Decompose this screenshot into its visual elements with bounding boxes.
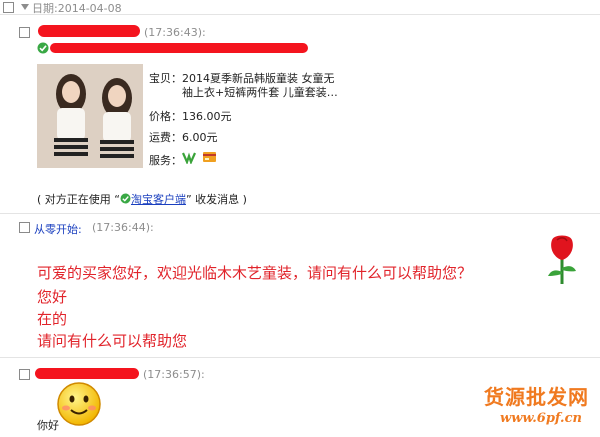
message-checkbox[interactable] bbox=[19, 369, 30, 380]
date-checkbox[interactable] bbox=[3, 2, 14, 13]
smiley-emoticon-icon bbox=[56, 381, 102, 427]
message-line: 请问有什么可以帮助您 bbox=[37, 332, 188, 350]
client-note-prefix: ( 对方正在使用 “ bbox=[37, 193, 120, 206]
message-divider bbox=[0, 213, 600, 214]
redacted-link bbox=[50, 43, 308, 53]
price-label: 价格： bbox=[149, 110, 182, 123]
message-text: 你好 bbox=[37, 419, 59, 432]
product-title-label: 宝贝： bbox=[149, 72, 182, 85]
client-note: ( 对方正在使用 “ 淘宝客户端” 收发消息 ) bbox=[37, 191, 247, 207]
shipping-value: 6.00元 bbox=[182, 131, 218, 144]
card-payment-icon bbox=[203, 152, 216, 162]
watermark-url: www.6pf.cn bbox=[500, 411, 582, 426]
taobao-client-icon bbox=[120, 193, 131, 204]
message-line: 您好 bbox=[37, 288, 68, 306]
message-checkbox[interactable] bbox=[19, 222, 30, 233]
shipping-label: 运费： bbox=[149, 131, 182, 144]
verified-shield-icon bbox=[37, 42, 49, 54]
price-value: 136.00元 bbox=[182, 110, 232, 123]
message-checkbox[interactable] bbox=[19, 27, 30, 38]
message-line: 在的 bbox=[37, 310, 68, 328]
watermark-title: 货源批发网 bbox=[484, 385, 589, 409]
product-card[interactable]: 宝贝： 2014夏季新品韩版童装 女童无 袖上衣+短裤两件套 儿童套装… 价格：… bbox=[33, 60, 338, 172]
message-time: (17:36:44): bbox=[92, 221, 154, 234]
product-title-line2[interactable]: 袖上衣+短裤两件套 儿童套装… bbox=[182, 84, 338, 100]
redacted-sender bbox=[38, 25, 140, 37]
guarantee-icon bbox=[181, 150, 197, 166]
message-divider bbox=[0, 357, 600, 358]
service-label: 服务： bbox=[149, 154, 182, 167]
message-time: (17:36:43): bbox=[144, 26, 206, 39]
date-divider bbox=[0, 14, 600, 15]
product-thumbnail[interactable] bbox=[37, 64, 143, 168]
client-note-suffix: ” 收发消息 ) bbox=[185, 193, 247, 206]
collapse-triangle-icon[interactable] bbox=[21, 4, 29, 10]
rose-emoticon-icon bbox=[544, 234, 580, 286]
taobao-client-link[interactable]: 淘宝客户端 bbox=[131, 193, 186, 206]
sender-name[interactable]: 从零开始: bbox=[34, 221, 82, 237]
message-line: 可爱的买家您好，欢迎光临木木艺童装，请问有什么可以帮助您？ bbox=[37, 264, 473, 282]
message-time: (17:36:57): bbox=[143, 368, 205, 381]
redacted-sender bbox=[35, 368, 139, 379]
